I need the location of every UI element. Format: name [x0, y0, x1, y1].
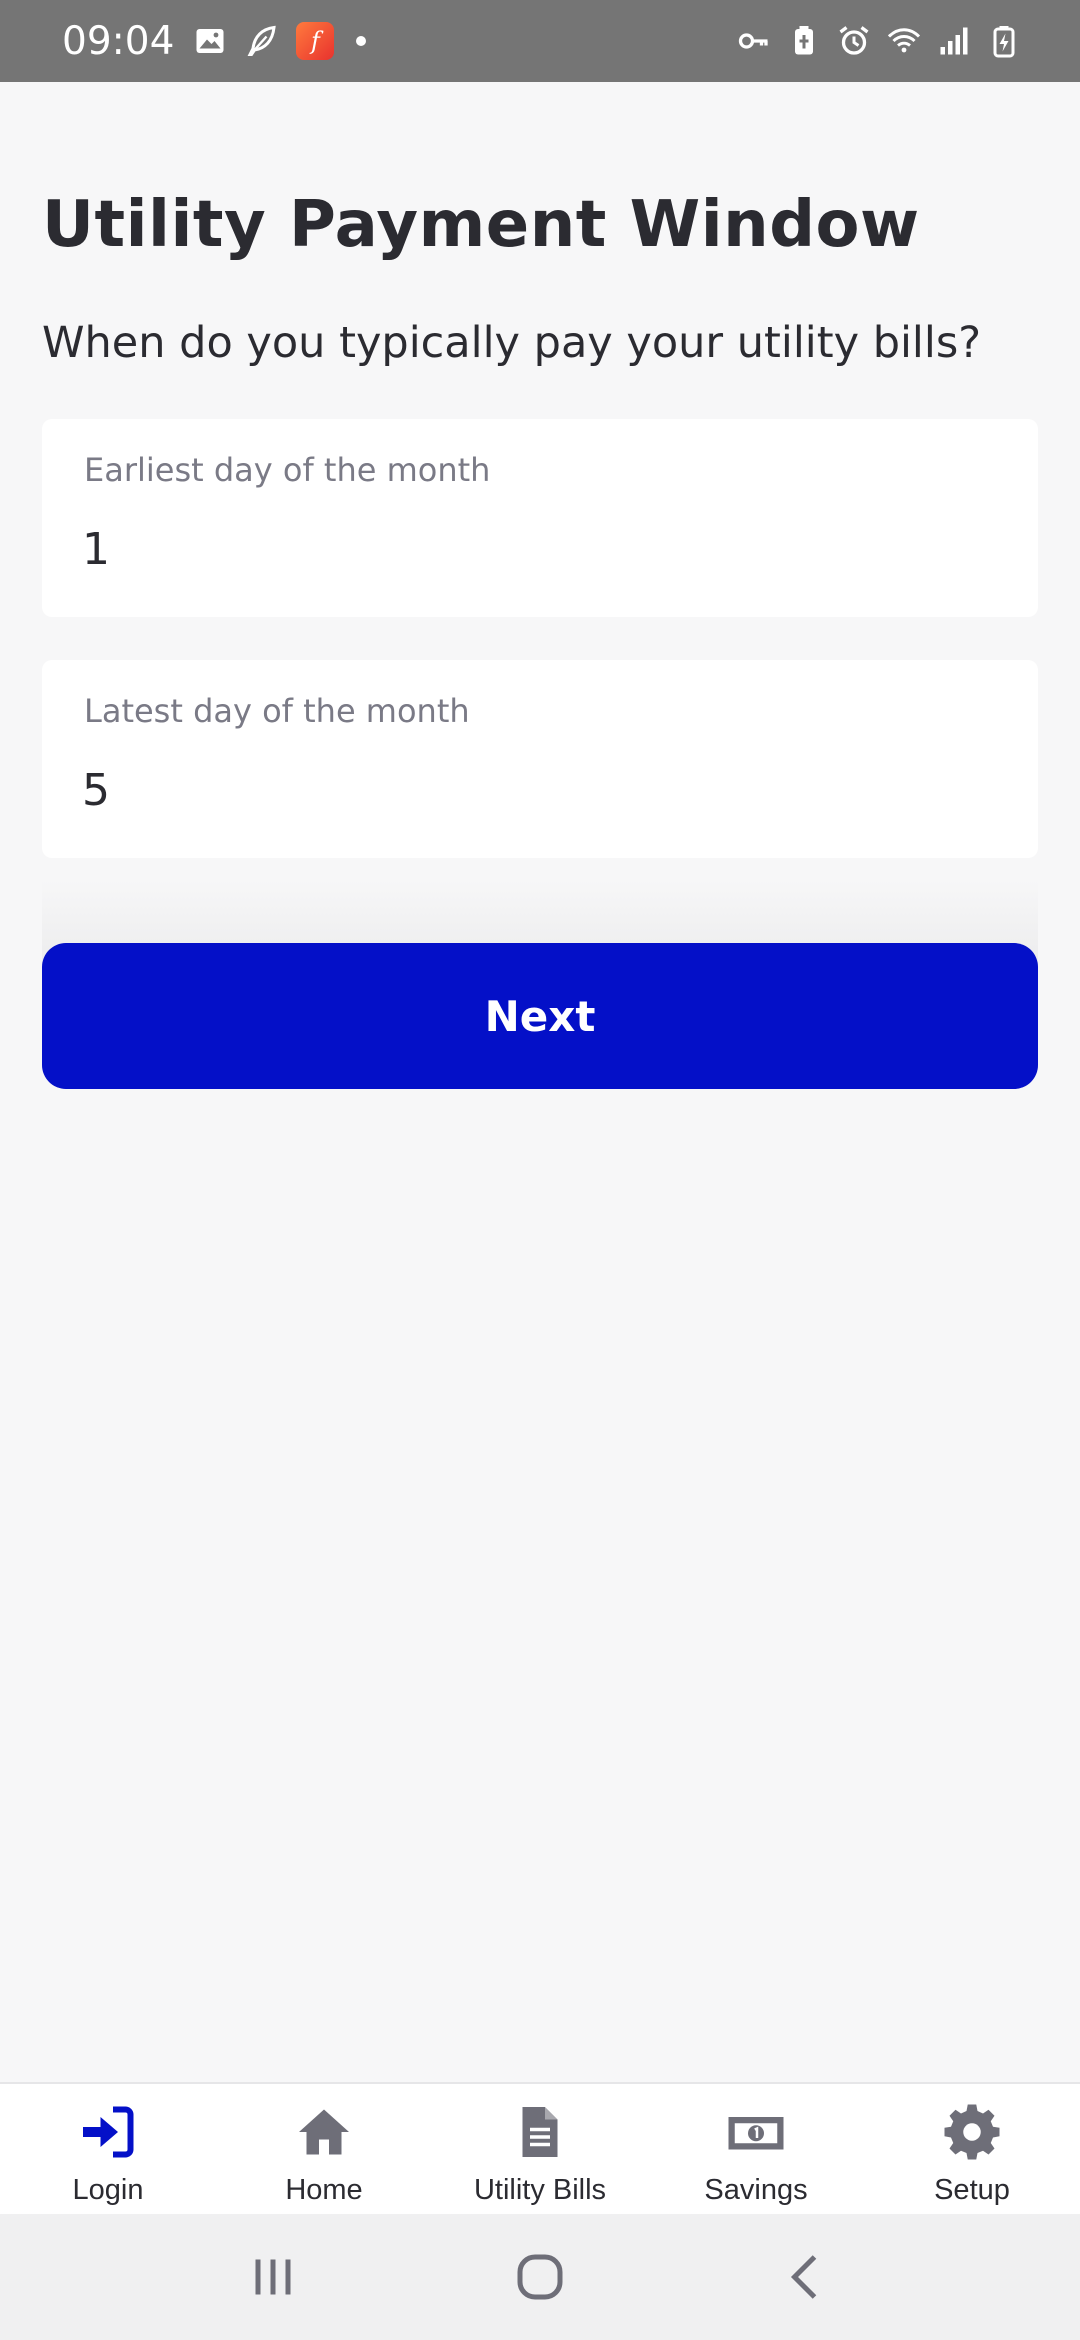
nav-label-savings: Savings	[704, 2174, 808, 2206]
latest-day-label: Latest day of the month	[84, 692, 470, 730]
next-button[interactable]: Next	[42, 943, 1038, 1089]
earliest-day-field[interactable]: Earliest day of the month	[42, 419, 1038, 617]
nav-item-savings[interactable]: Savings	[648, 2084, 864, 2214]
latest-day-input[interactable]	[82, 760, 982, 820]
home-circle-icon	[517, 2254, 563, 2300]
bottom-nav: Login Home Utility Bills Savings Setup	[0, 2082, 1080, 2214]
status-bar: 09:04 f	[0, 0, 1080, 82]
system-nav-bar	[0, 2214, 1080, 2340]
home-system-button[interactable]	[500, 2237, 580, 2317]
status-left-icons: f	[192, 22, 367, 60]
recent-apps-button[interactable]	[233, 2237, 313, 2317]
earliest-day-input[interactable]	[82, 519, 982, 579]
nav-label-setup: Setup	[934, 2174, 1010, 2206]
back-chevron-icon	[790, 2255, 816, 2299]
nav-item-utility-bills[interactable]: Utility Bills	[432, 2084, 648, 2214]
document-icon	[510, 2102, 570, 2162]
nav-label-utility-bills: Utility Bills	[473, 2174, 607, 2206]
battery-saver-icon	[786, 23, 822, 59]
nav-item-setup[interactable]: Setup	[864, 2084, 1080, 2214]
image-icon	[192, 23, 228, 59]
status-time: 09:04	[62, 18, 175, 64]
home-icon	[294, 2102, 354, 2162]
nav-item-login[interactable]: Login	[0, 2084, 216, 2214]
login-icon	[78, 2102, 138, 2162]
nav-item-home[interactable]: Home	[216, 2084, 432, 2214]
earliest-day-label: Earliest day of the month	[84, 451, 491, 489]
nav-label-home: Home	[285, 2174, 363, 2206]
money-icon	[726, 2102, 786, 2162]
dot-icon	[356, 36, 367, 46]
battery-charging-icon	[986, 23, 1022, 59]
app-screen: 09:04 f Utility Payment Window When do y…	[0, 0, 1080, 2340]
wifi-icon	[886, 23, 922, 59]
app-f-icon: f	[296, 22, 335, 60]
gear-icon	[942, 2102, 1002, 2162]
recent-apps-icon	[255, 2259, 291, 2295]
alarm-icon	[836, 23, 872, 59]
status-right-icons	[736, 0, 1022, 82]
page-question: When do you typically pay your utility b…	[42, 318, 982, 368]
feather-icon	[244, 23, 280, 59]
nav-label-login: Login	[72, 2174, 144, 2206]
latest-day-field[interactable]: Latest day of the month	[42, 660, 1038, 858]
key-icon	[736, 23, 772, 59]
back-system-button[interactable]	[767, 2237, 847, 2317]
signal-icon	[936, 23, 972, 59]
page-title: Utility Payment Window	[42, 188, 920, 262]
